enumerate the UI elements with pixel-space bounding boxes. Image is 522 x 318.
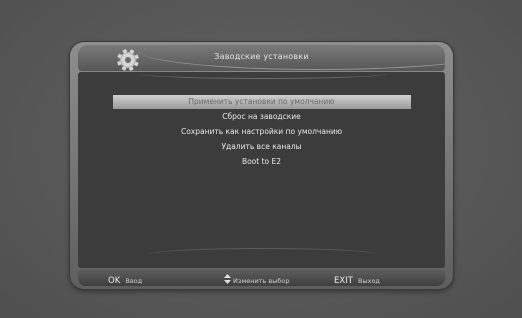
exit-key: EXIT	[334, 276, 353, 286]
dialog-titlebar: Заводские установки	[78, 45, 445, 71]
menu-item-save-as-defaults[interactable]: Сохранить как настройки по умолчанию	[113, 125, 411, 139]
content-bottom-arc	[148, 248, 378, 261]
exit-hint[interactable]: EXIT Выход	[334, 272, 380, 286]
change-selection-hint[interactable]: Изменить выбор	[224, 272, 290, 285]
factory-settings-dialog: Заводские установки Применить установки …	[70, 42, 453, 289]
menu-item-delete-all-channels[interactable]: Удалить все каналы	[113, 140, 411, 154]
up-down-arrows-icon	[224, 273, 231, 284]
menu-item-apply-defaults[interactable]: Применить установки по умолчанию	[112, 95, 411, 109]
settings-menu: Применить установки по умолчанию Сброс н…	[78, 95, 445, 170]
change-selection-label: Изменить выбор	[233, 277, 290, 285]
tv-screen: Заводские установки Применить установки …	[0, 0, 522, 318]
ok-key: OK	[108, 276, 121, 286]
ok-hint[interactable]: OK Ввод	[108, 272, 143, 286]
dialog-title: Заводские установки	[214, 52, 309, 61]
dialog-footer: OK Ввод Изменить выбор EXIT Выход	[78, 270, 445, 286]
menu-item-boot-to-e2[interactable]: Boot to E2	[113, 155, 411, 169]
ok-label: Ввод	[125, 277, 143, 285]
exit-label: Выход	[358, 277, 380, 285]
content-top-arc	[138, 72, 388, 79]
menu-item-factory-reset[interactable]: Сброс на заводские	[113, 110, 411, 124]
dialog-content: Применить установки по умолчанию Сброс н…	[78, 72, 445, 268]
